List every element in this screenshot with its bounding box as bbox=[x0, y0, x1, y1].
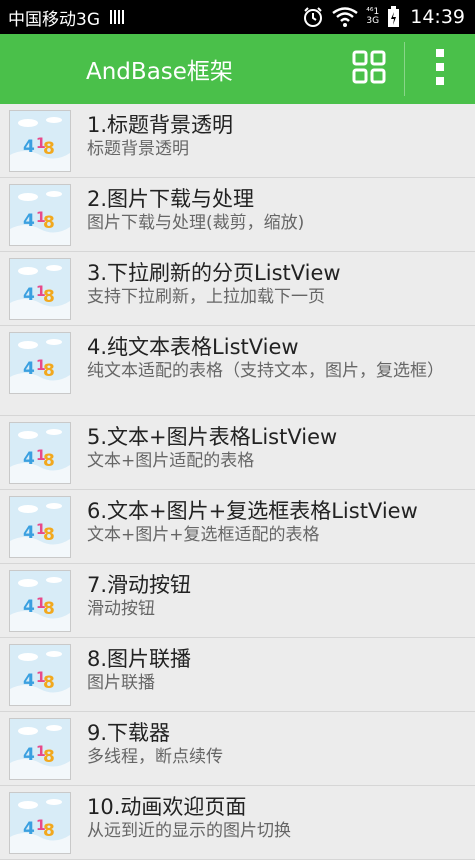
svg-text:8: 8 bbox=[43, 599, 55, 619]
list-item[interactable]: 418 1.标题背景透明 标题背景透明 bbox=[0, 104, 475, 178]
item-subtitle: 滑动按钮 bbox=[87, 599, 155, 619]
network-bottom-label: 3G bbox=[366, 16, 380, 26]
list-item[interactable]: 418 5.文本+图片表格ListView 文本+图片适配的表格 bbox=[0, 416, 475, 490]
thumbnail-image-icon: 418 bbox=[9, 258, 71, 320]
thumbnail-image-icon: 418 bbox=[9, 332, 71, 394]
svg-text:8: 8 bbox=[43, 213, 55, 233]
svg-text:8: 8 bbox=[43, 287, 55, 307]
item-subtitle: 图片下载与处理(裁剪，缩放) bbox=[87, 213, 305, 233]
item-title: 9.下载器 bbox=[87, 721, 171, 745]
svg-text:4: 4 bbox=[23, 449, 35, 469]
battery-charging-icon bbox=[387, 6, 400, 28]
thumbnail-image-icon: 418 bbox=[9, 110, 71, 172]
item-title: 3.下拉刷新的分页ListView bbox=[87, 261, 341, 285]
item-subtitle: 标题背景透明 bbox=[87, 139, 189, 159]
thumbnail-image-icon: 418 bbox=[9, 644, 71, 706]
carrier-label: 中国移动3G bbox=[8, 9, 100, 30]
item-subtitle: 纯文本适配的表格（支持文本，图片，复选框） bbox=[87, 361, 444, 381]
svg-text:8: 8 bbox=[43, 139, 55, 159]
grid-button[interactable] bbox=[334, 34, 404, 104]
svg-text:4: 4 bbox=[23, 597, 35, 617]
svg-text:4: 4 bbox=[23, 359, 35, 379]
svg-text:8: 8 bbox=[43, 673, 55, 693]
item-subtitle: 文本+图片适配的表格 bbox=[87, 451, 255, 471]
svg-text:4: 4 bbox=[23, 819, 35, 839]
list-item[interactable]: 418 4.纯文本表格ListView 纯文本适配的表格（支持文本，图片，复选框） bbox=[0, 326, 475, 416]
item-title: 1.标题背景透明 bbox=[87, 113, 234, 137]
wifi-icon bbox=[332, 7, 359, 27]
app-title: AndBase框架 bbox=[86, 59, 233, 85]
list-item[interactable]: 418 7.滑动按钮 滑动按钮 bbox=[0, 564, 475, 638]
item-subtitle: 多线程，断点续传 bbox=[87, 747, 223, 767]
item-subtitle: 从远到近的显示的图片切换 bbox=[87, 821, 291, 841]
svg-text:8: 8 bbox=[43, 451, 55, 471]
mobile-signal-icon: ⁴⁶1 3G bbox=[366, 8, 379, 26]
overflow-menu-button[interactable] bbox=[405, 34, 475, 104]
status-right: ⁴⁶1 3G 14:39 bbox=[302, 6, 465, 28]
svg-text:8: 8 bbox=[43, 821, 55, 841]
item-title: 8.图片联播 bbox=[87, 647, 192, 671]
svg-text:8: 8 bbox=[43, 747, 55, 767]
item-title: 4.纯文本表格ListView bbox=[87, 335, 299, 359]
thumbnail-image-icon: 418 bbox=[9, 496, 71, 558]
list-item[interactable]: 418 10.动画欢迎页面 从远到近的显示的图片切换 bbox=[0, 786, 475, 860]
list-item[interactable]: 418 8.图片联播 图片联播 bbox=[0, 638, 475, 712]
demo-list: 418 1.标题背景透明 标题背景透明 418 2.图片下载与处理 图片下载与处理(… bbox=[0, 104, 475, 860]
status-bar: 中国移动3G ⁴⁶1 3G 14:39 bbox=[0, 0, 475, 34]
item-title: 10.动画欢迎页面 bbox=[87, 795, 247, 819]
svg-text:8: 8 bbox=[43, 361, 55, 381]
alarm-icon bbox=[302, 6, 324, 28]
svg-text:4: 4 bbox=[23, 285, 35, 305]
svg-text:8: 8 bbox=[43, 525, 55, 545]
svg-text:4: 4 bbox=[23, 523, 35, 543]
thumbnail-image-icon: 418 bbox=[9, 184, 71, 246]
list-item[interactable]: 418 6.文本+图片+复选框表格ListView 文本+图片+复选框适配的表格 bbox=[0, 490, 475, 564]
item-title: 2.图片下载与处理 bbox=[87, 187, 255, 211]
svg-text:4: 4 bbox=[23, 745, 35, 765]
svg-text:4: 4 bbox=[23, 211, 35, 231]
overflow-menu-icon bbox=[435, 48, 445, 90]
item-subtitle: 图片联播 bbox=[87, 673, 155, 693]
svg-text:4: 4 bbox=[23, 671, 35, 691]
thumbnail-image-icon: 418 bbox=[9, 570, 71, 632]
status-left: 中国移动3G bbox=[8, 5, 124, 30]
thumbnail-image-icon: 418 bbox=[9, 718, 71, 780]
list-item[interactable]: 418 2.图片下载与处理 图片下载与处理(裁剪，缩放) bbox=[0, 178, 475, 252]
svg-text:4: 4 bbox=[23, 137, 35, 157]
item-subtitle: 支持下拉刷新，上拉加载下一页 bbox=[87, 287, 325, 307]
action-bar: AndBase框架 bbox=[0, 34, 475, 104]
item-title: 7.滑动按钮 bbox=[87, 573, 192, 597]
clock: 14:39 bbox=[410, 6, 465, 28]
signal-bars-icon bbox=[110, 10, 124, 24]
thumbnail-image-icon: 418 bbox=[9, 422, 71, 484]
list-item[interactable]: 418 9.下载器 多线程，断点续传 bbox=[0, 712, 475, 786]
item-subtitle: 文本+图片+复选框适配的表格 bbox=[87, 525, 320, 545]
list-item[interactable]: 418 3.下拉刷新的分页ListView 支持下拉刷新，上拉加载下一页 bbox=[0, 252, 475, 326]
item-title: 5.文本+图片表格ListView bbox=[87, 425, 338, 449]
grid-icon bbox=[352, 50, 386, 88]
item-title: 6.文本+图片+复选框表格ListView bbox=[87, 499, 418, 523]
